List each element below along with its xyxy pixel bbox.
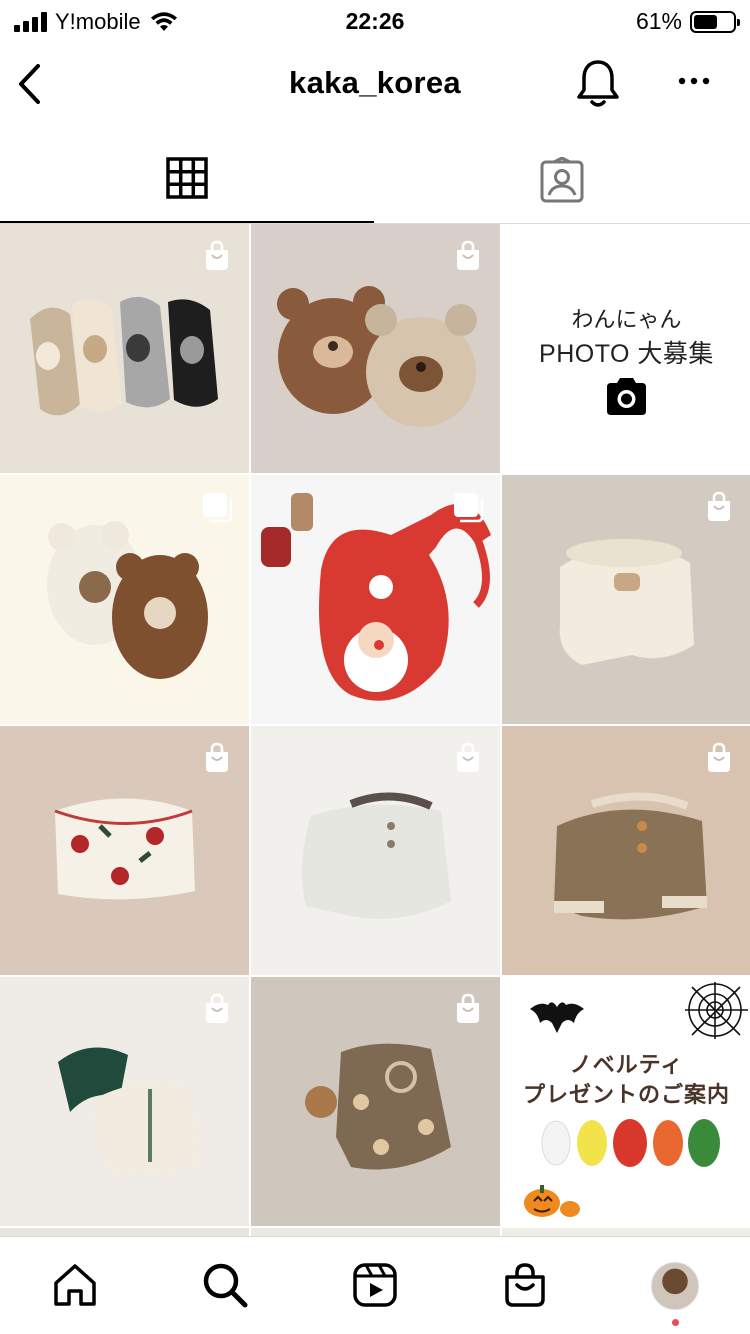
bottom-nav xyxy=(0,1236,750,1334)
post-tile[interactable] xyxy=(0,224,249,473)
post-tile[interactable] xyxy=(251,726,500,975)
post-tile[interactable] xyxy=(251,475,500,724)
camera-icon xyxy=(607,378,646,415)
post-tile[interactable] xyxy=(0,475,249,724)
post-tile[interactable] xyxy=(502,726,750,975)
reels-icon[interactable] xyxy=(351,1261,399,1309)
bell-icon[interactable] xyxy=(575,58,621,110)
post-tile-novelty-campaign[interactable]: ノベルティ プレゼントのご案内 xyxy=(502,977,750,1226)
page-title: kaka_korea xyxy=(289,65,461,100)
shopping-bag-icon xyxy=(206,993,228,1023)
tab-tagged[interactable] xyxy=(376,128,750,223)
shopping-bag-icon xyxy=(457,240,479,270)
shopping-bag-icon xyxy=(708,491,730,521)
tab-posts-grid[interactable] xyxy=(0,128,374,223)
more-options-icon[interactable] xyxy=(674,66,714,96)
battery-percent: 61% xyxy=(635,8,682,34)
profile-avatar[interactable] xyxy=(651,1262,699,1310)
profile-header: kaka_korea xyxy=(0,42,750,128)
home-icon[interactable] xyxy=(51,1261,99,1309)
shopping-bag-icon xyxy=(457,993,479,1023)
novelty-line-1: ノベルティ xyxy=(569,1052,684,1077)
post-tile-photo-campaign[interactable]: わんにゃん PHOTO 大募集 xyxy=(502,224,750,473)
promo-line-2: PHOTO 大募集 xyxy=(539,340,714,368)
post-tile[interactable] xyxy=(251,1228,500,1236)
post-tile[interactable] xyxy=(0,977,249,1226)
status-bar: Y!mobile 22:26 61% xyxy=(0,0,750,42)
novelty-line-2: プレゼントのご案内 xyxy=(522,1082,730,1107)
post-tile[interactable] xyxy=(502,475,750,724)
post-tile[interactable] xyxy=(251,224,500,473)
tagged-icon xyxy=(540,157,584,203)
promo-line-1: わんにゃん xyxy=(571,307,682,332)
post-tile[interactable] xyxy=(0,1228,249,1236)
profile-tabs xyxy=(0,128,750,224)
shopping-bag-icon xyxy=(457,742,479,772)
notification-dot xyxy=(672,1319,679,1326)
search-icon[interactable] xyxy=(201,1261,249,1309)
posts-grid: わんにゃん PHOTO 大募集 ノベルティ プレゼントのご案内 xyxy=(0,224,750,1236)
battery-icon xyxy=(690,10,740,33)
gummy-bears-image xyxy=(541,1119,720,1167)
post-tile[interactable] xyxy=(502,1228,750,1236)
shopping-bag-icon xyxy=(708,742,730,772)
status-right: 61% xyxy=(635,8,740,35)
multiple-posts-icon xyxy=(454,493,484,523)
bat-icon xyxy=(530,1002,584,1033)
grid-icon xyxy=(166,157,208,199)
post-tile[interactable] xyxy=(251,977,500,1226)
shopping-bag-icon xyxy=(206,742,228,772)
pumpkin-icon xyxy=(524,1185,580,1217)
post-tile[interactable] xyxy=(0,726,249,975)
spider-web-icon xyxy=(685,982,748,1039)
shop-icon[interactable] xyxy=(501,1261,549,1309)
shopping-bag-icon xyxy=(206,240,228,270)
multiple-posts-icon xyxy=(203,493,233,523)
